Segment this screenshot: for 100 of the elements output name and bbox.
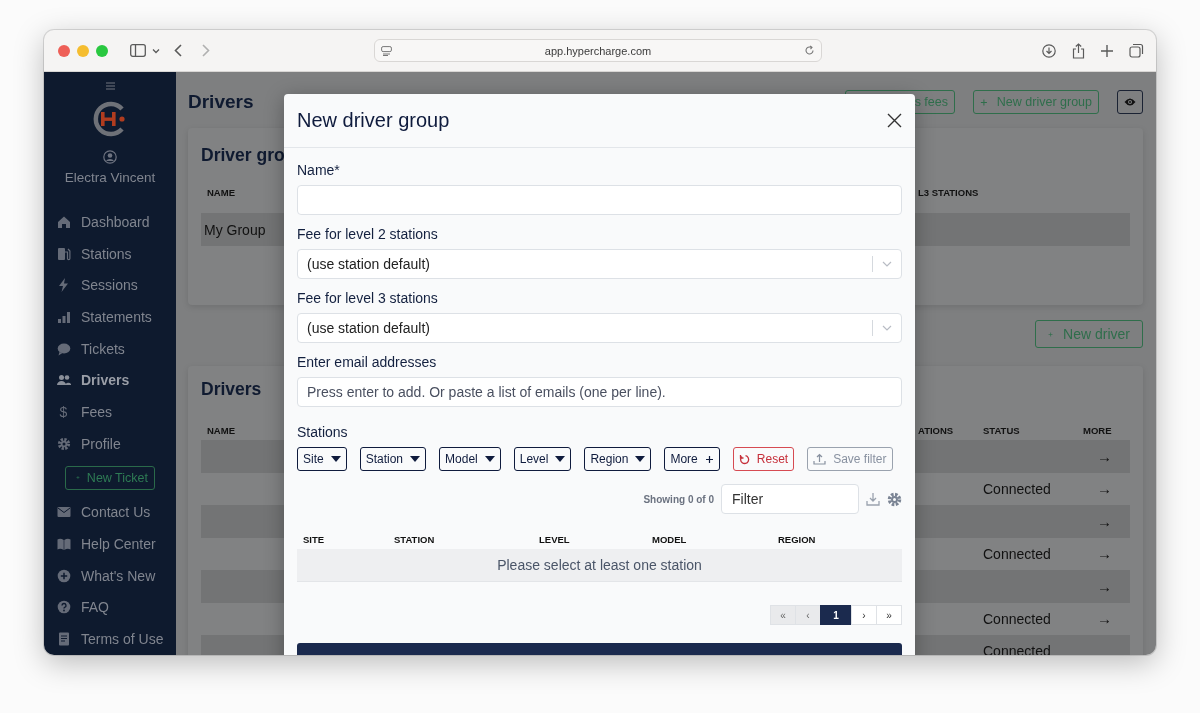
sidebar-item[interactable]: Tickets (44, 332, 176, 365)
eye-button[interactable] (1117, 90, 1143, 114)
select-field[interactable]: (use station default) (297, 249, 902, 279)
download-icon[interactable] (1042, 43, 1056, 58)
sidebar-item[interactable]: What's New (44, 559, 176, 592)
arrow-link[interactable]: → (1077, 447, 1112, 465)
filter-dropdown[interactable]: More (664, 447, 720, 471)
status-text: Connected (982, 545, 1051, 562)
user-icon (103, 150, 117, 164)
table-cell: My Group (204, 221, 266, 238)
sidebar-item[interactable]: Sessions (44, 269, 176, 302)
caret-icon (555, 456, 566, 462)
chevron-down-icon (882, 325, 892, 331)
sidebar-item[interactable]: FAQ (44, 591, 176, 624)
plus-icon (704, 454, 714, 464)
filter-dropdown[interactable]: Level (513, 447, 572, 471)
filter-field[interactable]: Filter (721, 484, 859, 514)
column-header: STATUS (982, 425, 1020, 438)
filter-dropdown[interactable]: Model (439, 447, 501, 471)
arrow-link[interactable]: → (1077, 545, 1112, 563)
bar-chart-icon (56, 309, 71, 324)
close-icon[interactable] (887, 113, 902, 128)
book-icon (56, 537, 71, 552)
upload-icon (813, 453, 827, 465)
new-ticket-button[interactable]: New Ticket (65, 465, 155, 490)
arrow-link[interactable]: → (1077, 480, 1112, 498)
document-icon (56, 632, 71, 647)
save-filter-button[interactable]: Save filter (807, 447, 893, 471)
column-header: STATION (394, 534, 435, 547)
field-label: Name* (297, 162, 341, 178)
showing-count: Showing 0 of 0 (643, 493, 714, 505)
reload-icon[interactable] (804, 45, 815, 56)
card-title: Drivers (201, 379, 262, 401)
plus-icon (980, 97, 988, 107)
eye-icon (1124, 98, 1136, 106)
user-name: Electra Vincent (64, 170, 156, 185)
page-button[interactable]: › (851, 605, 877, 625)
section-label: Stations (297, 424, 349, 440)
column-header: MODEL (652, 534, 687, 547)
envelope-icon (56, 505, 71, 520)
caret-icon (635, 456, 646, 462)
column-header: NAME (207, 187, 235, 198)
settings-icon[interactable] (887, 491, 902, 507)
reset-button[interactable]: Reset (732, 447, 795, 471)
input-field[interactable] (297, 185, 902, 215)
filter-dropdown[interactable]: Region (584, 447, 652, 471)
sidebar-toggle-icon[interactable] (130, 44, 146, 57)
sidebar-item[interactable]: $ Fees (44, 396, 176, 428)
field-label: Fee for level 3 stations (297, 290, 439, 306)
filter-dropdown[interactable]: Station (359, 447, 427, 471)
close-window-button[interactable] (58, 44, 70, 57)
sidebar-item[interactable]: Stations (44, 237, 176, 270)
sidebar-item[interactable]: Terms of Use (44, 623, 176, 655)
column-header: NAME (206, 425, 235, 438)
reset-icon (738, 453, 750, 465)
sidebar-item[interactable]: Contact Us (44, 496, 176, 529)
back-icon[interactable] (174, 44, 182, 57)
arrow-link[interactable]: → (1077, 512, 1112, 530)
share-icon[interactable] (1072, 42, 1085, 59)
card-title: Driver gro (201, 145, 285, 167)
filter-dropdown[interactable]: Site (297, 447, 347, 471)
plus-circle-icon (56, 568, 71, 583)
page-button[interactable]: » (876, 605, 902, 625)
column-header: ATIONS (917, 425, 954, 438)
empty-message: Please select at least one station (297, 549, 902, 582)
page-icon (381, 45, 392, 56)
arrow-link[interactable]: → (1077, 577, 1112, 595)
page-button[interactable]: 1 (820, 605, 852, 625)
gear-icon (56, 436, 71, 451)
menu-icon[interactable] (105, 82, 115, 90)
speech-bubble-icon (56, 341, 71, 356)
sidebar-item[interactable]: Profile (44, 427, 176, 460)
column-header: L3 STATIONS (918, 187, 979, 198)
address-bar[interactable]: app.hypercharge.com (374, 39, 822, 62)
tabs-overview-icon[interactable] (1129, 43, 1144, 58)
page-title: Drivers (188, 91, 254, 113)
input-field[interactable]: Press enter to add. Or paste a list of emails (one per line). (297, 377, 902, 407)
arrow-link[interactable]: → (1077, 610, 1112, 628)
sidebar-item[interactable]: Dashboard (44, 206, 176, 238)
column-header: MORE (1082, 425, 1112, 438)
caret-icon (484, 456, 495, 462)
field-label: Fee for level 2 stations (297, 226, 439, 242)
select-field[interactable]: (use station default) (297, 313, 902, 343)
chevron-down-icon[interactable] (152, 47, 160, 54)
caret-icon (330, 456, 341, 462)
sidebar-item[interactable]: Statements (44, 301, 176, 333)
url-text: app.hypercharge.com (544, 44, 652, 57)
chevron-down-icon (882, 261, 892, 267)
forward-icon[interactable] (202, 44, 210, 57)
caret-icon (410, 456, 421, 462)
new-tab-icon[interactable] (1101, 44, 1113, 57)
sidebar-item[interactable]: Drivers (44, 364, 176, 397)
field-label: Enter email addresses (297, 354, 438, 370)
status-text: Connected (982, 480, 1051, 497)
column-header: LEVEL (539, 534, 570, 547)
sidebar-item[interactable]: Help Center (44, 528, 176, 560)
column-header: SITE (303, 534, 325, 547)
dialog-title: New driver group (297, 109, 450, 132)
people-icon (56, 373, 71, 388)
zoom-window-button[interactable] (96, 44, 108, 57)
